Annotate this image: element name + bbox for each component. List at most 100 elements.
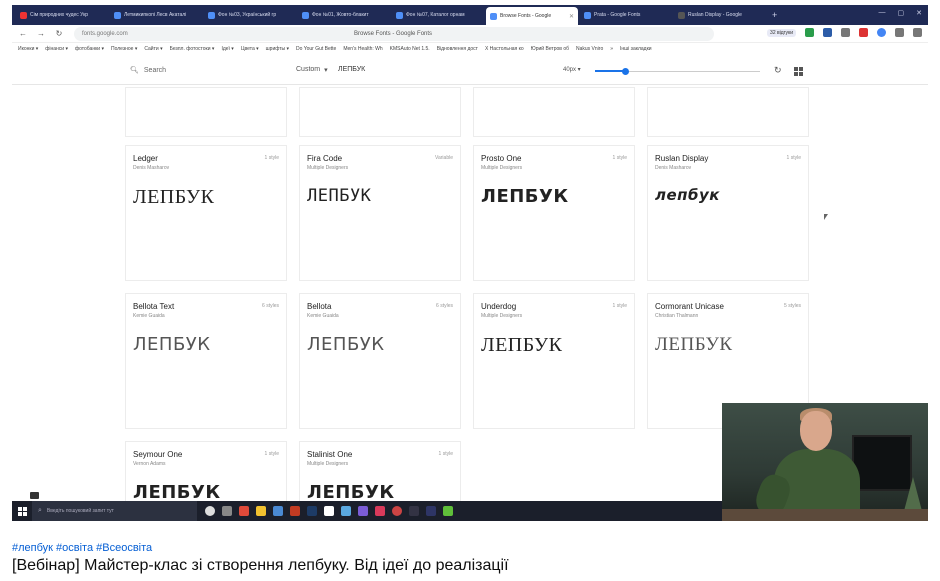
browser-tab[interactable]: Фон №07, Каталог орнам: [392, 7, 484, 23]
app-icon[interactable]: [443, 506, 453, 516]
bookmark-item[interactable]: Иконки ▾: [18, 46, 38, 52]
address-bar[interactable]: fonts.google.com Browse Fonts - Google F…: [74, 27, 714, 41]
bookmark-item[interactable]: Відновлення дост: [437, 46, 478, 52]
bookmark-item[interactable]: Полезное ▾: [111, 46, 137, 52]
bookmark-item[interactable]: Юрий Ветров об: [531, 46, 569, 52]
extension-icon[interactable]: [805, 28, 814, 37]
font-sample: лепбук: [655, 186, 720, 204]
task-view-icon[interactable]: [222, 506, 232, 516]
font-search[interactable]: 🔍︎ Search: [130, 66, 166, 75]
browser-tab[interactable]: Летмикипкопі Лесв Акаталі: [110, 7, 202, 23]
minimize-icon[interactable]: —: [879, 9, 886, 17]
taskbar-search[interactable]: ⌕ Введіть пошуковий запит тут: [32, 501, 197, 521]
close-window-icon[interactable]: ✕: [916, 9, 922, 17]
font-card-partial[interactable]: [473, 87, 635, 137]
bookmark-item[interactable]: Сайти ▾: [144, 46, 162, 52]
preview-text-input[interactable]: ЛЕПБУК: [338, 66, 365, 73]
windows-logo-icon: [17, 506, 27, 516]
font-designer: Kemie Guaida: [133, 313, 165, 319]
reset-icon[interactable]: ↻: [774, 65, 782, 76]
font-sample: ЛЕПБУК: [307, 186, 372, 206]
font-card[interactable]: Ruslan Display Denis Masharov 1 style ле…: [647, 145, 809, 281]
bookmark-item[interactable]: фотобанки ▾: [75, 46, 104, 52]
new-tab-icon[interactable]: +: [772, 10, 777, 20]
start-button[interactable]: [12, 501, 32, 521]
search-icon: 🔍︎: [130, 67, 139, 74]
font-card[interactable]: Prosto One Multiple Designers 1 style ЛЕ…: [473, 145, 635, 281]
font-card[interactable]: Underdog Multiple Designers 1 style ЛЕПБ…: [473, 293, 635, 429]
illustrator-icon[interactable]: [290, 506, 300, 516]
font-styles-count: 1 style: [612, 303, 627, 309]
extension-icon[interactable]: [859, 28, 868, 37]
font-name: Fira Code: [307, 154, 343, 163]
tab-favicon-icon: [302, 11, 309, 19]
file-explorer-icon[interactable]: [256, 506, 266, 516]
font-card[interactable]: Ledger Denis Masharov 1 style ЛЕПБУК: [125, 145, 287, 281]
search-input[interactable]: Search: [144, 67, 166, 74]
extension-icon[interactable]: [823, 28, 832, 37]
font-card-partial[interactable]: [647, 87, 809, 137]
browser-tab[interactable]: Сім природних чудес Укр: [16, 7, 108, 23]
app-icon[interactable]: [358, 506, 368, 516]
bookmark-item[interactable]: шрифты ▾: [266, 46, 289, 52]
font-sample: ЛЕПБУК: [307, 334, 385, 355]
browser-tab[interactable]: Фон №03, Український гр: [204, 7, 296, 23]
font-card[interactable]: Fira Code Multiple Designers Variable ЛЕ…: [299, 145, 461, 281]
video-title: [Вебінар] Майстер-клас зі створення лепб…: [12, 557, 509, 574]
grid-view-icon[interactable]: [794, 67, 803, 76]
video-hashtags[interactable]: #лепбук #освіта #Всеосвіта: [12, 542, 152, 554]
indesign-icon[interactable]: [375, 506, 385, 516]
after-effects-icon[interactable]: [426, 506, 436, 516]
slider-knob[interactable]: [621, 68, 629, 75]
font-sample: ЛЕПБУК: [133, 482, 221, 503]
font-size-select[interactable]: 40px ▾: [563, 66, 581, 73]
extension-badge[interactable]: 32 відгуки: [767, 28, 796, 37]
puzzle-icon[interactable]: [895, 28, 904, 37]
extension-icon[interactable]: [877, 28, 886, 37]
preview-mode-select[interactable]: Custom ▾: [296, 66, 328, 74]
cortana-icon[interactable]: [205, 506, 215, 516]
pdf-app-icon[interactable]: [239, 506, 249, 516]
bookmark-item[interactable]: Do Your Gut Bette: [296, 46, 336, 52]
font-card[interactable]: Bellota Text Kemie Guaida 6 styles ЛЕПБУ…: [125, 293, 287, 429]
chat-icon[interactable]: [30, 492, 39, 499]
browser-tab-active[interactable]: Browse Fonts - Google ✕: [486, 7, 578, 25]
yandex-browser-icon[interactable]: [324, 506, 334, 516]
back-arrow-icon[interactable]: ←: [18, 29, 28, 38]
maximize-icon[interactable]: ▢: [898, 9, 905, 17]
opera-icon[interactable]: [392, 506, 402, 516]
browser-tab[interactable]: Ruslan Display - Google: [674, 7, 766, 23]
font-name: Stalinist One: [307, 450, 353, 459]
reload-icon[interactable]: ↻: [54, 29, 64, 38]
bookmark-item[interactable]: KMSAuto Net 1.5.: [390, 46, 430, 52]
font-card-partial[interactable]: [299, 87, 461, 137]
app-icon[interactable]: [273, 506, 283, 516]
close-tab-icon[interactable]: ✕: [569, 13, 574, 20]
bookmark-item[interactable]: Х Настольная ко: [485, 46, 524, 52]
font-card[interactable]: Bellota Kemie Guaida 6 styles ЛЕПБУК: [299, 293, 461, 429]
font-styles-count: 6 styles: [262, 303, 279, 309]
bookmark-item[interactable]: Men's Health: Wh: [343, 46, 382, 52]
forward-arrow-icon[interactable]: →: [36, 29, 46, 38]
photoshop-icon[interactable]: [307, 506, 317, 516]
font-sample: ЛЕПБУК: [133, 186, 215, 208]
bookmarks-overflow[interactable]: »: [610, 46, 613, 52]
font-size-slider[interactable]: [595, 68, 760, 75]
bookmark-item[interactable]: Nakus Vniro: [576, 46, 603, 52]
font-name: Ruslan Display: [655, 154, 709, 163]
font-card-partial[interactable]: [125, 87, 287, 137]
bookmark-item[interactable]: Безпл. фотостоки ▾: [170, 46, 215, 52]
app-icon[interactable]: [341, 506, 351, 516]
browser-tab[interactable]: Фон №01, Жовто-блакит: [298, 7, 390, 23]
other-bookmarks[interactable]: Інші закладки: [620, 46, 652, 52]
app-icon[interactable]: [409, 506, 419, 516]
extension-icon[interactable]: [841, 28, 850, 37]
tab-favicon-icon: [678, 11, 685, 19]
menu-dots-icon[interactable]: [913, 28, 922, 37]
bookmark-item[interactable]: Цвета ▾: [241, 46, 259, 52]
bookmark-item[interactable]: фінанси ▾: [45, 46, 68, 52]
taskbar-search-input[interactable]: Введіть пошуковий запит тут: [47, 508, 114, 514]
tab-favicon-icon: [396, 11, 403, 19]
browser-tab[interactable]: Prata - Google Fonts: [580, 7, 672, 23]
bookmark-item[interactable]: Ідеї ▾: [221, 46, 233, 52]
